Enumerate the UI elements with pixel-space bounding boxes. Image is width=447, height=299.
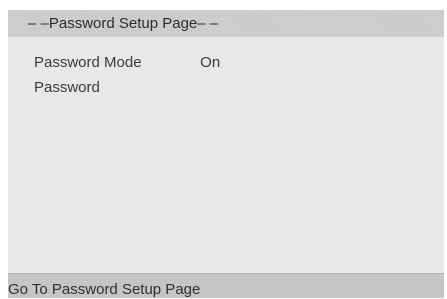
status-bar: Go To Password Setup Page [8, 273, 444, 298]
password-mode-label: Password Mode [34, 54, 142, 71]
status-text: Go To Password Setup Page [8, 281, 201, 298]
password-setup-screen: – –Password Setup Page– – Password Mode … [8, 10, 444, 298]
page-header: – –Password Setup Page– – [8, 10, 444, 37]
password-mode-value[interactable]: On [200, 54, 220, 72]
setting-row-password[interactable]: Password [34, 79, 200, 97]
settings-panel: Password Mode On Password [8, 37, 444, 273]
password-label: Password [34, 79, 100, 96]
setting-row-password-mode[interactable]: Password Mode On [34, 54, 220, 72]
page-title: – –Password Setup Page– – [28, 15, 219, 32]
